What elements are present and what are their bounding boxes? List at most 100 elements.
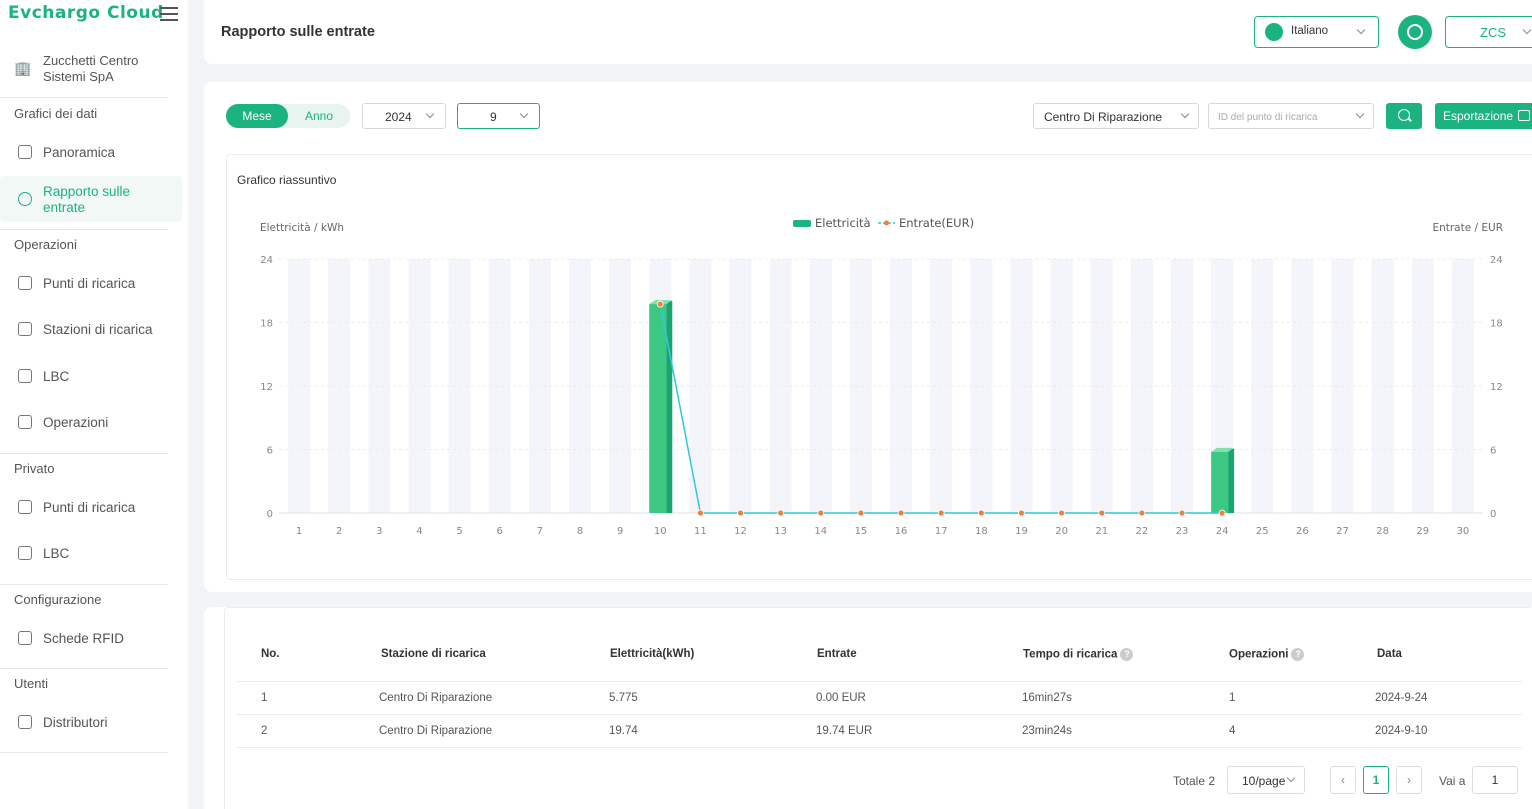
- x-tick-label: 6: [497, 526, 503, 537]
- goto-label: Vai a: [1439, 774, 1466, 788]
- divider: [0, 453, 168, 454]
- revenue-point: [937, 509, 945, 517]
- y2-tick-label: 0: [1490, 509, 1496, 520]
- sidebar-item-label: Operazioni: [43, 415, 109, 430]
- revenue-point: [1178, 509, 1186, 517]
- support-icon[interactable]: [1398, 15, 1432, 49]
- revenue-point: [1058, 509, 1065, 517]
- goto-page-input[interactable]: 1: [1472, 766, 1518, 794]
- x-tick-label: 11: [694, 526, 707, 537]
- toggle-month[interactable]: Mese: [226, 104, 288, 128]
- revenue-point: [1098, 509, 1106, 517]
- cell-station: Centro Di Riparazione: [379, 725, 493, 737]
- cell-operations: 1: [1229, 692, 1236, 704]
- x-tick-label: 25: [1256, 526, 1269, 537]
- revenue-point: [656, 300, 664, 308]
- home-icon: [18, 322, 32, 336]
- language-select[interactable]: Italiano: [1254, 16, 1379, 48]
- x-tick-label: 29: [1416, 526, 1429, 537]
- help-icon[interactable]: ?: [1120, 648, 1134, 661]
- export-label: Esportazione: [1443, 109, 1514, 123]
- user-select[interactable]: ZCS: [1445, 16, 1532, 48]
- x-tick-label: 3: [376, 526, 382, 537]
- sidebar-item-lbc[interactable]: LBC: [0, 356, 182, 398]
- x-tick-label: 24: [1216, 526, 1229, 537]
- x-tick-label: 5: [456, 526, 462, 537]
- next-page-button[interactable]: ›: [1396, 766, 1422, 794]
- x-tick-label: 28: [1376, 526, 1389, 537]
- chevron-down-icon: [1356, 25, 1366, 35]
- cell-date: 2024-9-24: [1375, 692, 1428, 704]
- search-button[interactable]: [1386, 103, 1422, 129]
- section-operazioni: Operazioni: [14, 237, 77, 252]
- col-header-electricity: Elettricità(kWh): [610, 648, 695, 660]
- y-axis-label: Elettricità / kWh: [260, 222, 344, 234]
- cell-no: 1: [261, 692, 268, 704]
- page-size-select[interactable]: 10/page: [1227, 766, 1305, 794]
- y2-tick-label: 18: [1490, 319, 1503, 330]
- col-header-label: Tempo di ricarica: [1023, 648, 1118, 661]
- sidebar-item-punti-ricarica[interactable]: Punti di ricarica: [0, 263, 182, 305]
- report-card: Mese Anno 2024 9 Centro Di Riparazione I…: [204, 82, 1532, 592]
- x-tick-label: 27: [1336, 526, 1349, 537]
- x-tick-label: 12: [734, 526, 747, 537]
- x-tick-label: 1: [296, 526, 302, 537]
- user-name: ZCS: [1480, 25, 1506, 40]
- sidebar-item-label: Distributori: [43, 715, 108, 730]
- revenue-point: [977, 509, 985, 517]
- company-name: Zucchetti Centro Sistemi SpA: [43, 53, 139, 84]
- chevron-down-icon: [1180, 109, 1190, 119]
- revenue-icon: [18, 192, 32, 206]
- app-logo[interactable]: Evchargo Cloud: [8, 3, 164, 23]
- row-divider: [236, 714, 1522, 715]
- x-tick-label: 4: [416, 526, 422, 537]
- sidebar-item-panoramica[interactable]: Panoramica: [0, 132, 182, 174]
- x-tick-label: 22: [1135, 526, 1148, 537]
- x-tick-label: 7: [537, 526, 543, 537]
- month-select[interactable]: 9: [457, 103, 540, 129]
- globe-icon: [1265, 23, 1283, 41]
- toggle-year[interactable]: Anno: [288, 104, 350, 128]
- help-icon[interactable]: ?: [1291, 648, 1305, 661]
- chart-container: Grafico riassuntivo 0 0 6 6 12 12 18 18 24 24 1 2 3 4…: [226, 154, 1532, 580]
- bar: [1211, 451, 1229, 513]
- export-button[interactable]: Esportazione: [1435, 103, 1532, 129]
- sidebar-item-rapporto-entrate[interactable]: Rapporto sulle entrate: [0, 176, 182, 222]
- sidebar-item-schede-rfid[interactable]: Schede RFID: [0, 618, 182, 660]
- col-header-date: Data: [1377, 648, 1402, 660]
- sidebar-item-stazioni-ricarica[interactable]: Stazioni di ricarica: [0, 309, 182, 351]
- charger-icon: [18, 276, 32, 290]
- period-toggle[interactable]: Mese Anno: [226, 104, 350, 128]
- x-tick-label: 9: [617, 526, 623, 537]
- x-tick-label: 15: [855, 526, 868, 537]
- sidebar-item-operazioni[interactable]: Operazioni: [0, 402, 182, 444]
- header: Rapporto sulle entrate Italiano ZCS: [204, 0, 1532, 64]
- sidebar-item-label: LBC: [43, 369, 70, 384]
- lbc-icon: [18, 369, 32, 383]
- x-tick-label: 21: [1095, 526, 1108, 537]
- y-tick-label: 24: [260, 255, 273, 266]
- cell-operations: 4: [1229, 725, 1236, 737]
- cell-electricity: 19.74: [609, 725, 638, 737]
- x-tick-label: 17: [935, 526, 948, 537]
- sidebar-item-privato-lbc[interactable]: LBC: [0, 533, 182, 575]
- sidebar-item-privato-punti-ricarica[interactable]: Punti di ricarica: [0, 487, 182, 529]
- cell-electricity: 5.775: [609, 692, 638, 704]
- chevron-down-icon: [1286, 773, 1296, 783]
- charger-icon: [18, 500, 32, 514]
- sidebar-item-label: Schede RFID: [43, 631, 125, 646]
- x-tick-label: 8: [577, 526, 583, 537]
- chevron-down-icon: [1522, 25, 1532, 35]
- station-select[interactable]: Centro Di Riparazione: [1033, 103, 1199, 129]
- page-size-value: 10/page: [1242, 774, 1286, 788]
- prev-page-button[interactable]: ‹: [1330, 766, 1356, 794]
- sidebar: Evchargo Cloud 🏢 Zucchetti Centro Sistem…: [0, 0, 188, 809]
- menu-toggle-icon[interactable]: [160, 7, 178, 21]
- revenue-point: [1138, 509, 1146, 517]
- company-selector[interactable]: 🏢 Zucchetti Centro Sistemi SpA: [0, 50, 168, 98]
- pagination-total: Totale 2: [1173, 774, 1216, 788]
- year-select[interactable]: 2024: [362, 103, 446, 129]
- sidebar-item-distributori[interactable]: Distributori: [0, 702, 182, 744]
- charger-id-select[interactable]: ID del punto di ricarica: [1208, 103, 1374, 129]
- page-button-current[interactable]: 1: [1363, 766, 1389, 794]
